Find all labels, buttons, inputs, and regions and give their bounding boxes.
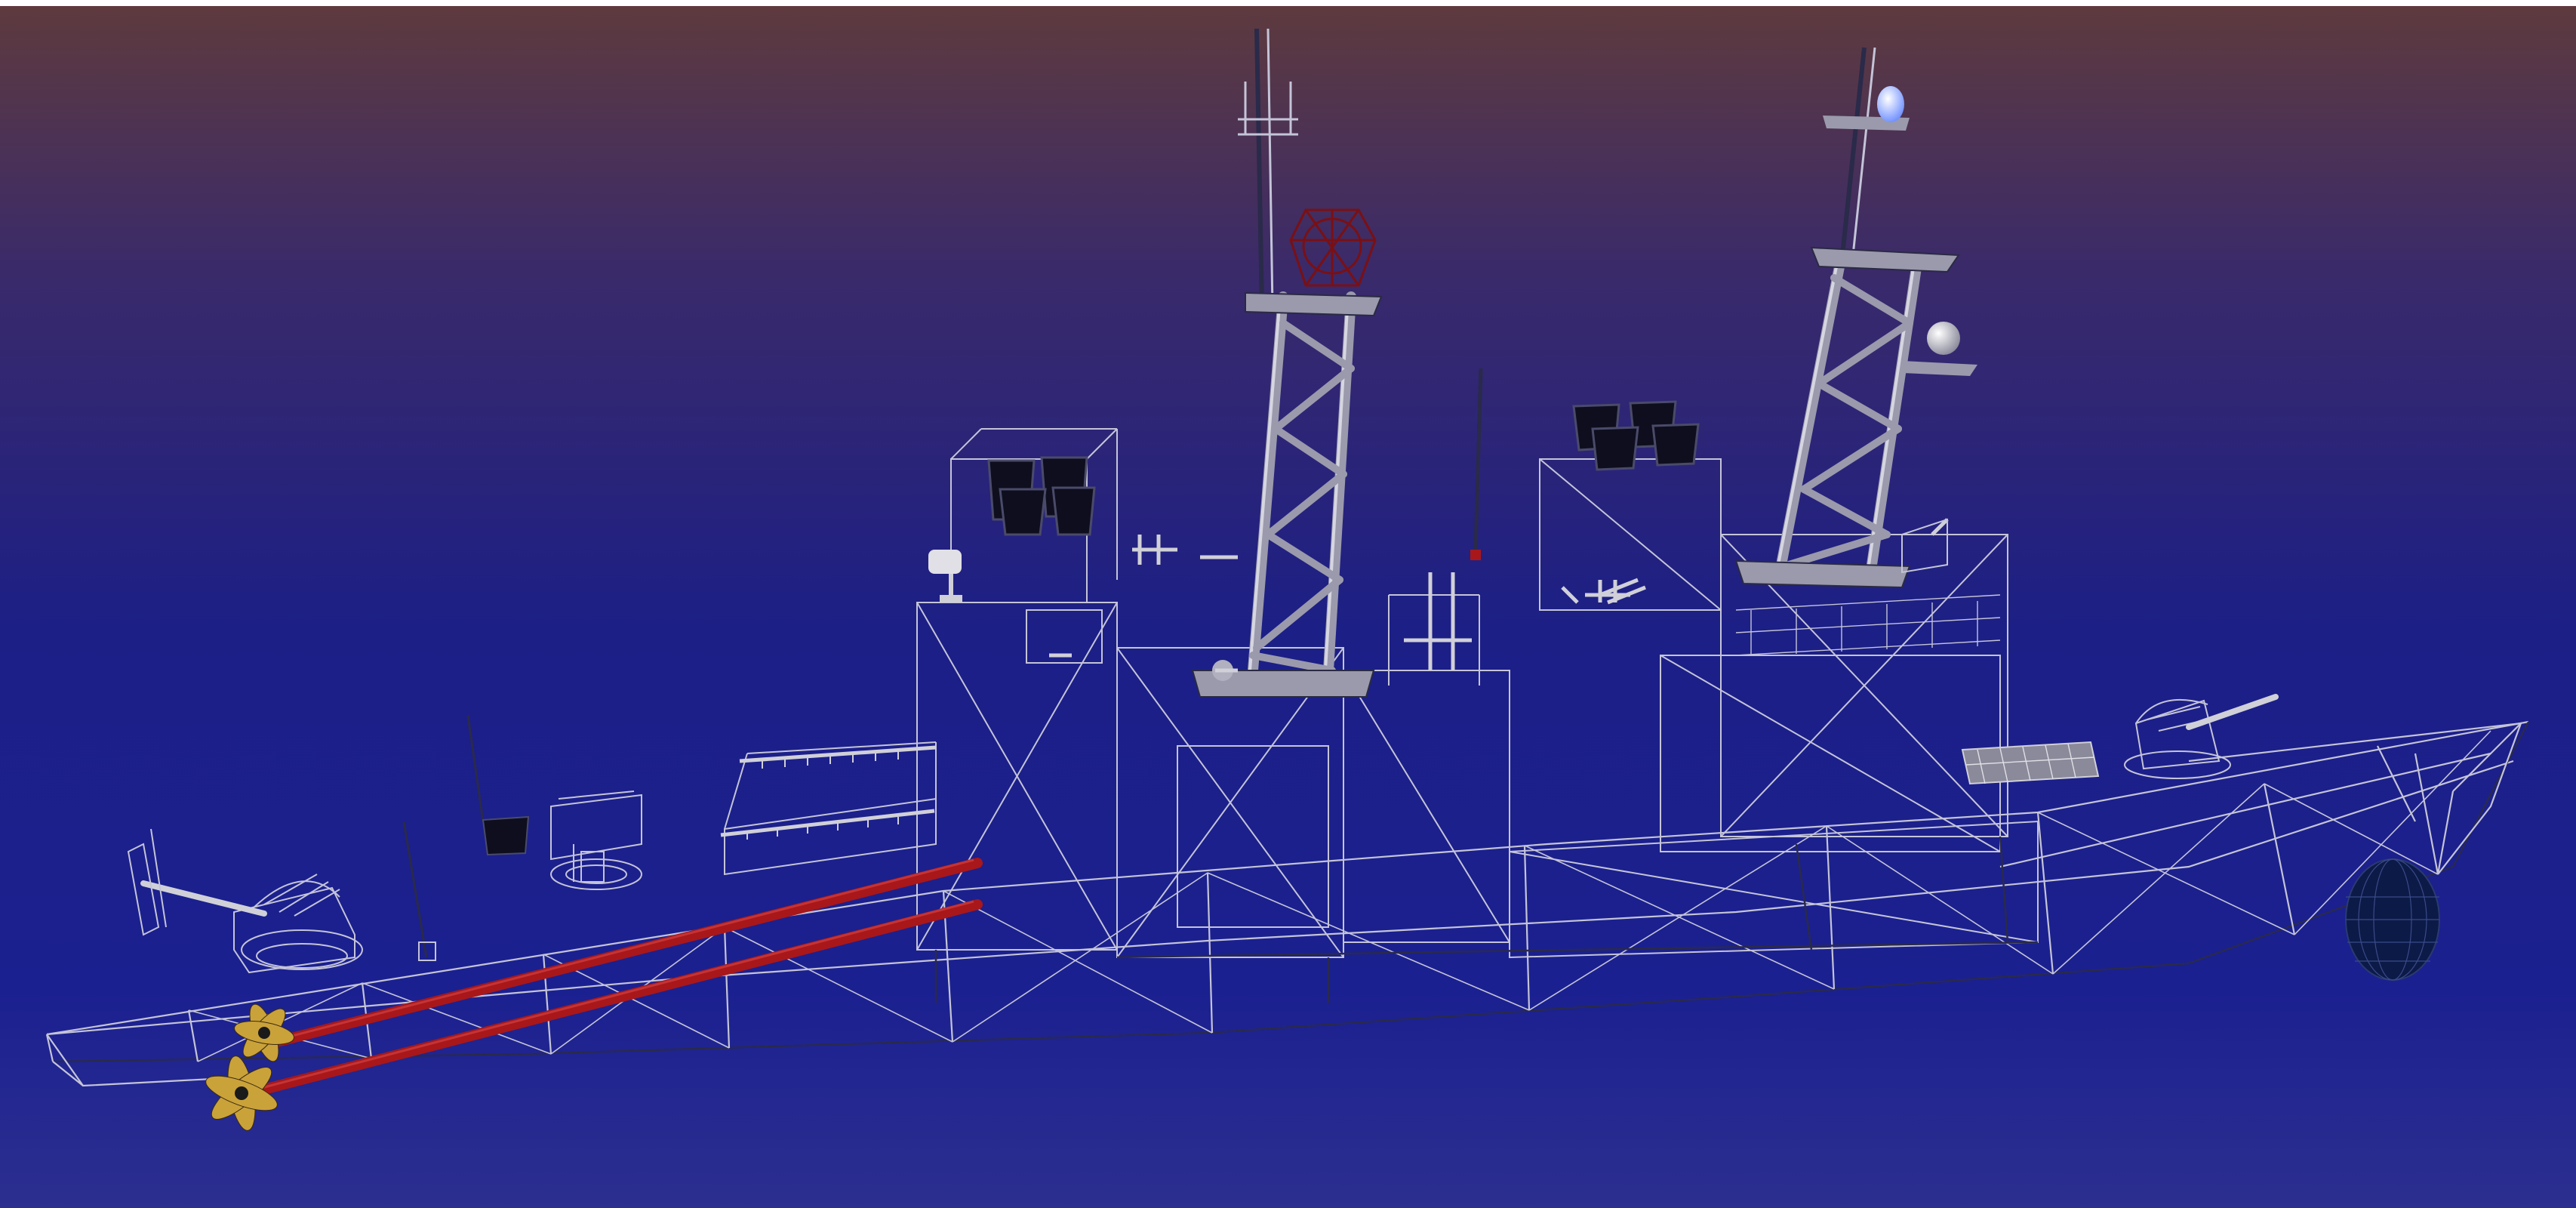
radome-icon — [1927, 322, 1960, 355]
sonar-dome-icon — [2345, 858, 2440, 981]
viewport-top-border — [0, 0, 2576, 6]
light-icon — [1877, 86, 1904, 122]
forward-vls-panel[interactable] — [1961, 741, 2100, 785]
3d-viewport[interactable] — [0, 0, 2576, 1208]
ship-model-scene[interactable] — [0, 6, 2576, 1208]
aft-launcher[interactable] — [987, 456, 1096, 536]
